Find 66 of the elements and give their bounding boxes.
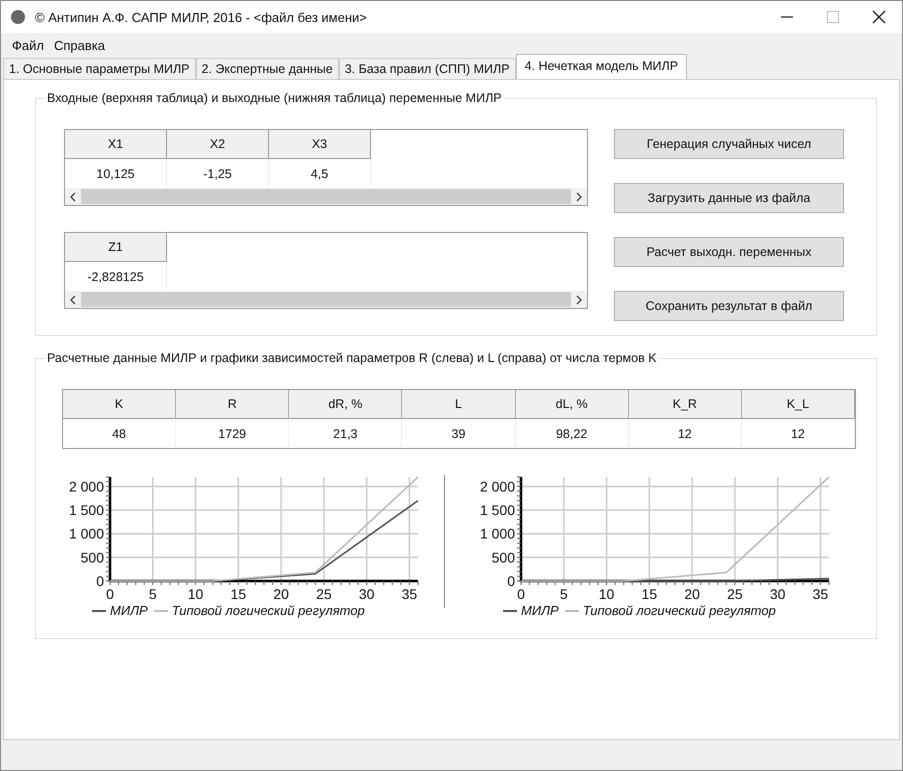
tick-label: 10 [598, 586, 614, 599]
tick-label: 15 [230, 586, 246, 599]
tab[interactable]: 4. Нечеткая модель МИЛР [516, 54, 688, 79]
column-header[interactable]: K [63, 390, 176, 419]
app-logo-icon [11, 10, 25, 24]
horizontal-scrollbar[interactable] [65, 291, 587, 308]
column-header[interactable]: dR, % [289, 390, 402, 419]
legend-label: Типовой логический регулятор [172, 603, 365, 618]
tick-label: 1 000 [68, 526, 104, 542]
table-cell: 1729 [176, 419, 290, 448]
column-header[interactable]: R [176, 390, 290, 419]
action-button[interactable]: Сохранить результат в файл [614, 291, 844, 321]
tab[interactable]: 2. Экспертные данные [196, 58, 339, 79]
tick-label: 25 [727, 586, 743, 599]
tick-label: 2 000 [480, 478, 515, 494]
column-header[interactable]: L [402, 390, 516, 419]
legend-label: МИЛР [521, 603, 559, 618]
tick-label: 0 [96, 573, 104, 589]
tick-label: 1 500 [68, 502, 104, 518]
tick-label: 0 [106, 586, 114, 599]
tick-label: 500 [80, 549, 104, 566]
column-header[interactable]: X3 [269, 130, 371, 159]
menu-item[interactable]: Файл [7, 38, 49, 52]
column-header[interactable]: K_L [742, 390, 855, 419]
tick-label: 30 [770, 586, 786, 599]
tick-label: 0 [517, 586, 525, 599]
legend-label: МИЛР [110, 603, 148, 618]
tick-label: 2 000 [68, 478, 104, 494]
group-title: Расчетные данные МИЛР и графики зависимостей параметров R (слева) и L (справа) от числа термов K [44, 351, 660, 365]
scrollbar-thumb[interactable] [81, 292, 571, 307]
menu-item[interactable]: Справка [48, 38, 110, 52]
tick-label: 1 500 [480, 502, 515, 518]
column-header[interactable]: Z1 [65, 233, 167, 262]
table-cell: 12 [742, 419, 855, 448]
tick-label: 0 [507, 573, 515, 589]
table-cell: 98,22 [516, 419, 629, 448]
column-header[interactable]: K_R [628, 390, 742, 419]
action-button[interactable]: Загрузить данные из файла [614, 183, 844, 213]
tick-label: 5 [148, 586, 157, 599]
tick-label: 20 [684, 586, 700, 599]
tick-label: 35 [812, 586, 828, 599]
tick-label: 15 [642, 586, 658, 599]
tab[interactable]: 3. База правил (СПП) МИЛР [338, 58, 516, 79]
table-cell: 48 [63, 419, 176, 448]
window-title: © Антипин А.Ф. САПР МИЛР, 2016 - <файл без имени> [35, 10, 368, 24]
table-cell: 21,3 [289, 419, 402, 448]
tick-label: 1 000 [480, 526, 515, 542]
action-button[interactable]: Расчет выходн. переменных [614, 237, 844, 267]
group-title: Входные (верхняя таблица) и выходные (нижняя таблица) переменные МИЛР [44, 91, 505, 105]
scrollbar-thumb[interactable] [81, 189, 571, 204]
horizontal-scrollbar[interactable] [65, 188, 587, 205]
table-cell: 12 [628, 419, 742, 448]
column-header[interactable]: X2 [167, 130, 269, 159]
tab[interactable]: 1. Основные параметры МИЛР [3, 58, 196, 79]
action-button[interactable]: Генерация случайных чисел [614, 129, 844, 159]
tick-label: 35 [402, 586, 418, 599]
legend-label: Типовой логический регулятор [582, 603, 776, 618]
tick-label: 20 [273, 586, 289, 599]
tick-label: 25 [316, 586, 332, 599]
tick-label: 30 [358, 586, 374, 599]
column-header[interactable]: X1 [65, 130, 167, 159]
tick-label: 500 [492, 549, 515, 566]
tick-label: 10 [188, 586, 204, 599]
column-header[interactable]: dL, % [516, 390, 629, 419]
tick-label: 5 [560, 586, 568, 599]
table-cell: 39 [402, 419, 516, 448]
